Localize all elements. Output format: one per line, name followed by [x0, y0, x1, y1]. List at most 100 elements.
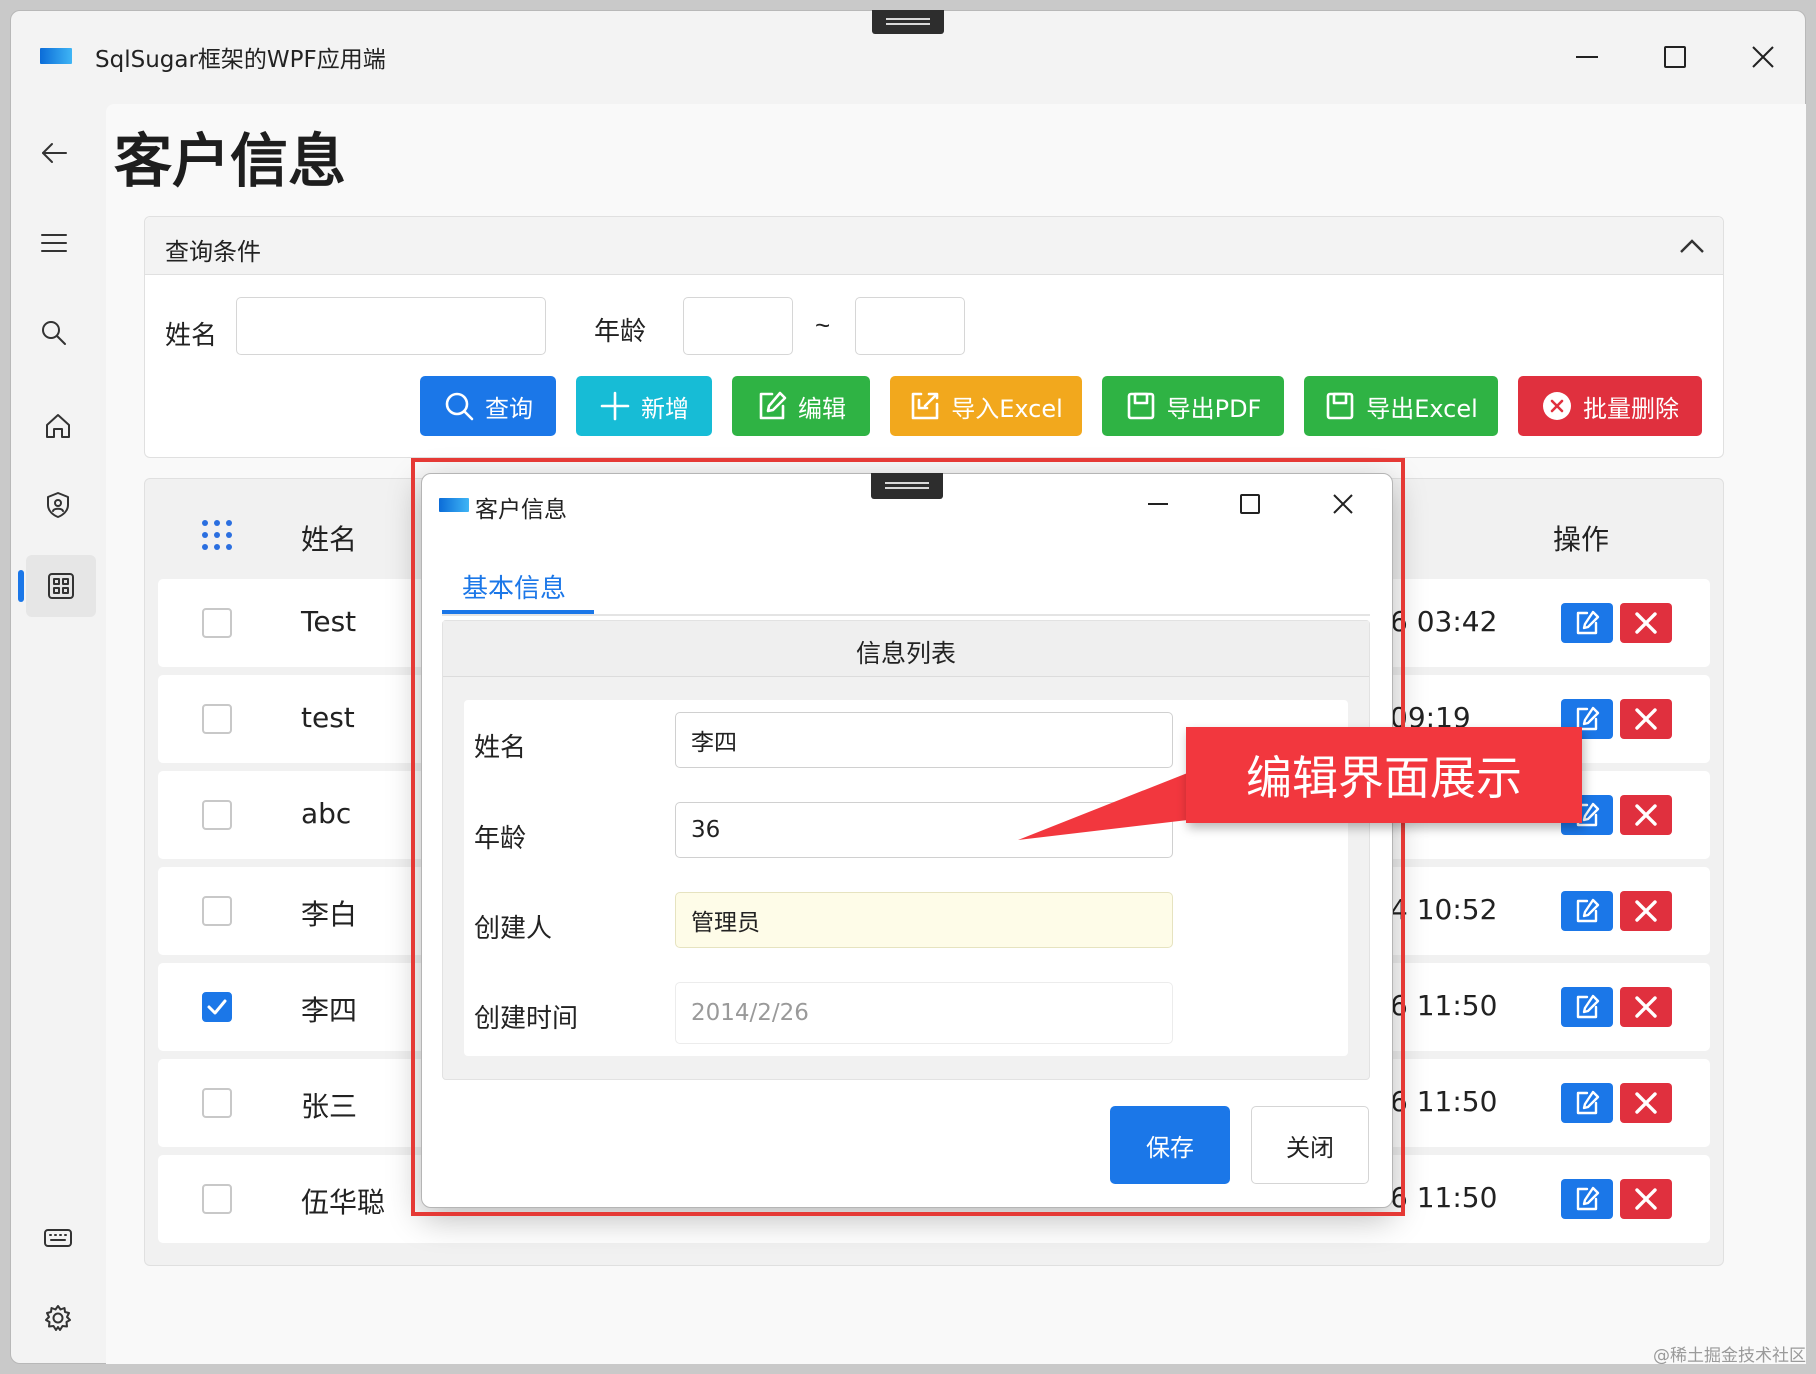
search-icon	[42, 321, 66, 345]
close-icon	[1635, 900, 1657, 922]
sidebar-item-search[interactable]	[24, 303, 84, 363]
import-icon	[911, 392, 939, 420]
plus-icon	[600, 391, 630, 421]
row-checkbox[interactable]	[202, 704, 232, 734]
cell-created-time: 6 11:50	[1390, 989, 1498, 1022]
row-delete-button[interactable]	[1620, 795, 1672, 835]
edit-icon	[1576, 994, 1600, 1019]
back-arrow-icon	[42, 143, 67, 163]
query-panel-title: 查询条件	[165, 239, 261, 266]
sidebar-item-security[interactable]	[28, 475, 88, 535]
column-header-name[interactable]: 姓名	[301, 518, 357, 558]
row-edit-button[interactable]	[1561, 1083, 1613, 1123]
sidebar-item-home[interactable]	[28, 396, 88, 456]
row-checkbox[interactable]	[202, 800, 232, 830]
cell-name: Test	[301, 605, 357, 638]
row-checkbox[interactable]	[202, 608, 232, 638]
batch-delete-button[interactable]: 批量删除	[1518, 376, 1702, 436]
close-icon	[1635, 612, 1657, 634]
cell-name: 李四	[301, 994, 358, 1027]
edit-icon	[1576, 610, 1600, 635]
home-icon	[46, 414, 70, 438]
query-name-input[interactable]	[236, 297, 546, 355]
search-icon	[445, 392, 474, 421]
maximize-icon	[1664, 46, 1686, 68]
row-checkbox[interactable]	[202, 896, 232, 926]
row-delete-button[interactable]	[1620, 699, 1672, 739]
batch-delete-button-label: 批量删除	[1583, 394, 1679, 423]
page-title: 客户信息	[114, 127, 347, 195]
import-excel-button-label: 导入Excel	[951, 394, 1063, 423]
grid-icon	[48, 573, 74, 599]
row-delete-button[interactable]	[1620, 987, 1672, 1027]
hamburger-icon	[41, 234, 67, 252]
column-chooser-button[interactable]	[200, 518, 234, 557]
row-checkbox[interactable]	[202, 1088, 232, 1118]
query-age-from-input[interactable]	[683, 297, 793, 355]
shield-icon	[47, 492, 69, 518]
keyboard-icon	[44, 1229, 72, 1247]
edit-icon	[759, 391, 787, 420]
row-edit-button[interactable]	[1561, 891, 1613, 931]
cell-name: 伍华聪	[301, 1186, 386, 1219]
row-edit-button[interactable]	[1561, 1179, 1613, 1219]
edit-icon	[1576, 898, 1600, 923]
edit-button-label: 编辑	[798, 394, 846, 423]
query-age-to-input[interactable]	[855, 297, 965, 355]
add-button-label: 新增	[641, 394, 689, 423]
close-icon	[1635, 1188, 1657, 1210]
import-excel-button[interactable]: 导入Excel	[890, 376, 1082, 436]
edit-button[interactable]: 编辑	[732, 376, 870, 436]
cell-created-time: 6 11:50	[1390, 1085, 1498, 1118]
close-button[interactable]	[1733, 35, 1793, 79]
collapse-button[interactable]	[1678, 234, 1706, 263]
sidebar-item-keyboard[interactable]	[28, 1208, 88, 1268]
row-edit-button[interactable]	[1561, 603, 1613, 643]
window-drag-handle[interactable]	[872, 10, 944, 34]
checkmark-icon	[207, 999, 227, 1015]
callout-pointer	[1018, 772, 1205, 840]
minimize-button[interactable]	[1557, 35, 1617, 79]
query-button[interactable]: 查询	[420, 376, 556, 436]
back-button[interactable]	[24, 123, 84, 183]
row-checkbox[interactable]	[202, 992, 232, 1022]
export-excel-button-label: 导出Excel	[1366, 394, 1478, 423]
query-age-label: 年龄	[594, 316, 647, 346]
export-pdf-button[interactable]: 导出PDF	[1102, 376, 1284, 436]
close-icon	[1635, 804, 1657, 826]
row-delete-button[interactable]	[1620, 603, 1672, 643]
query-age-separator: ~	[815, 310, 831, 340]
maximize-button[interactable]	[1645, 35, 1705, 79]
query-panel-header[interactable]	[145, 217, 1723, 275]
row-delete-button[interactable]	[1620, 1179, 1672, 1219]
close-circle-icon	[1543, 392, 1571, 420]
export-excel-button[interactable]: 导出Excel	[1304, 376, 1498, 436]
close-icon	[1635, 1092, 1657, 1114]
column-header-actions: 操作	[1553, 523, 1610, 556]
export-pdf-button-label: 导出PDF	[1166, 394, 1262, 423]
row-checkbox[interactable]	[202, 1184, 232, 1214]
menu-toggle-button[interactable]	[24, 213, 84, 273]
minimize-icon	[1576, 56, 1598, 58]
cell-name: 李白	[301, 898, 358, 931]
app-logo-icon	[40, 48, 72, 64]
gear-icon	[45, 1305, 71, 1331]
dots-grid-icon	[202, 520, 232, 550]
window-title: SqlSugar框架的WPF应用端	[95, 47, 386, 73]
annotation-callout: 编辑界面展示	[1186, 727, 1582, 823]
save-icon	[1326, 392, 1354, 420]
edit-icon	[1576, 1186, 1600, 1211]
row-delete-button[interactable]	[1620, 891, 1672, 931]
sidebar-item-grid[interactable]	[26, 555, 96, 617]
watermark: @稀土掘金技术社区	[1653, 1346, 1806, 1366]
row-delete-button[interactable]	[1620, 1083, 1672, 1123]
save-icon	[1127, 392, 1154, 420]
row-edit-button[interactable]	[1561, 987, 1613, 1027]
edit-icon	[1576, 1090, 1600, 1115]
highlight-frame	[411, 458, 1405, 1216]
sidebar-active-indicator	[18, 570, 24, 602]
settings-button[interactable]	[28, 1288, 88, 1348]
close-icon	[1752, 46, 1774, 68]
add-button[interactable]: 新增	[576, 376, 712, 436]
cell-name: 张三	[301, 1090, 358, 1123]
